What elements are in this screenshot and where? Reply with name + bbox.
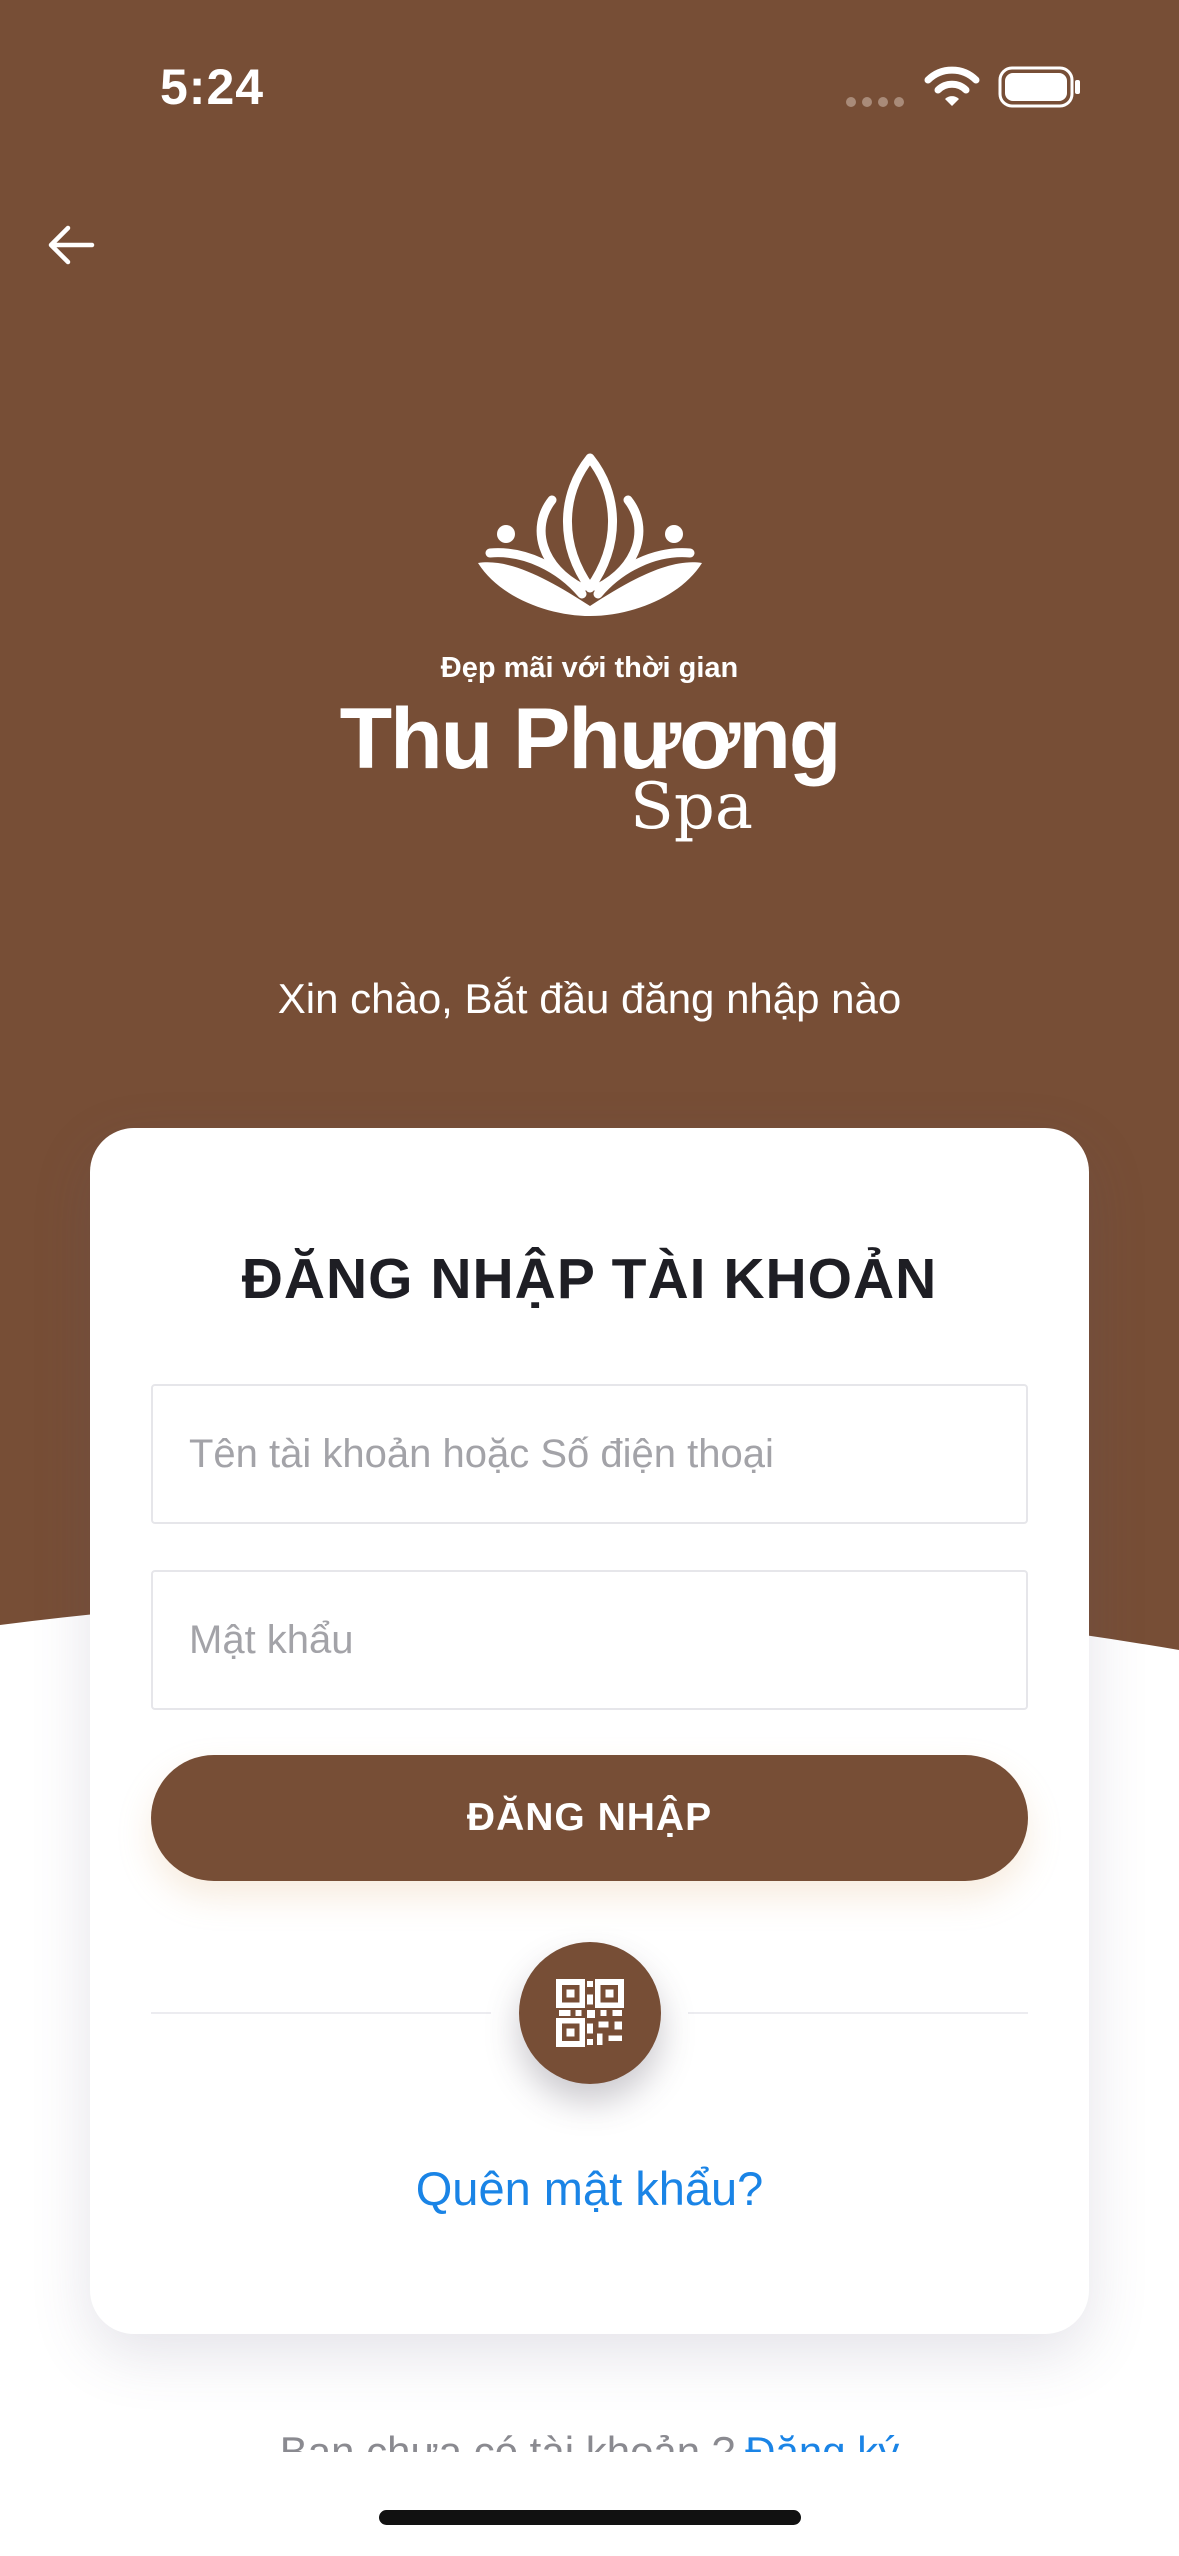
status-time: 5:24 <box>160 59 265 115</box>
card-title: ĐĂNG NHẬP TÀI KHOẢN <box>241 1247 938 1311</box>
divider-left <box>151 2012 491 2014</box>
lotus-logo-icon <box>478 453 702 616</box>
forgot-password-link[interactable]: Quên mật khẩu? <box>90 2161 1089 2216</box>
signup-prompt: Bạn chưa có tài khoản ? <box>279 2428 736 2452</box>
qr-login-button[interactable] <box>519 1942 661 2084</box>
qr-code-icon <box>556 1979 624 2047</box>
divider-right <box>688 2012 1028 2014</box>
login-card: ĐĂNG NHẬP TÀI KHOẢN ĐĂNG NHẬP <box>90 1128 1089 2334</box>
login-screen: 5:24 Đẹp mãi với thời gian Thu Phương Sp… <box>0 0 1179 2556</box>
greeting-text: Xin chào, Bắt đầu đăng nhập nào <box>277 975 902 1022</box>
battery-icon <box>998 66 1080 108</box>
home-indicator <box>379 2510 801 2525</box>
signup-link[interactable]: Đăng ký <box>745 2428 899 2452</box>
brand-tagline: Đẹp mãi với thời gian <box>440 652 739 684</box>
signup-row: Bạn chưa có tài khoản ? Đăng ký <box>0 2417 1179 2452</box>
brand-name: Thu Phương <box>339 691 842 787</box>
username-input[interactable] <box>151 1384 1028 1524</box>
password-input[interactable] <box>151 1570 1028 1710</box>
brand-suffix: Spa <box>630 770 753 844</box>
login-button[interactable]: ĐĂNG NHẬP <box>151 1755 1028 1881</box>
wifi-icon <box>924 66 980 106</box>
back-button[interactable] <box>36 210 106 280</box>
arrow-left-icon <box>48 225 95 265</box>
cellular-signal-icon <box>846 97 904 107</box>
